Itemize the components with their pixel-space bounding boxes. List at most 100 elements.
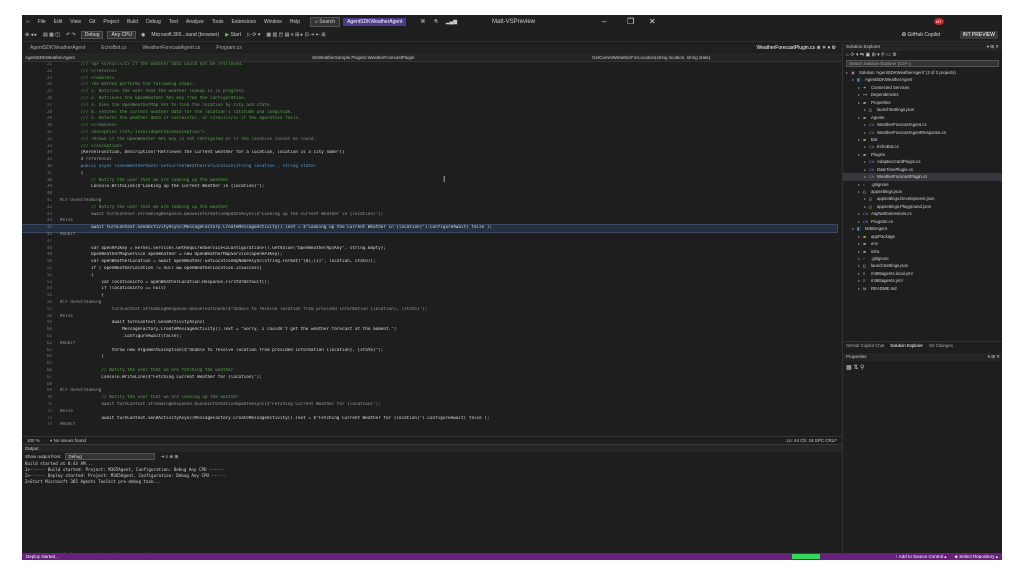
solution-name-badge[interactable]: AgentSDKWeatherAgent xyxy=(343,18,407,26)
code-line[interactable]: 61 .ConfigureAwait(false); xyxy=(22,334,837,341)
code-line[interactable]: 32 /// Thrown if the OpenWeather API key… xyxy=(22,137,837,144)
method-dropdown[interactable]: GetCurrentWeatherForLocation(string loca… xyxy=(552,55,832,60)
tree-item[interactable]: ▸ ▰ Properties xyxy=(843,99,1002,106)
configuration-dropdown[interactable]: Debug xyxy=(80,31,104,39)
code-line[interactable]: 51 if ( openWeatherLocation != null && o… xyxy=(22,266,837,273)
output-tools-icons[interactable]: ⇥ ≡ ⊗ ⊞ xyxy=(161,454,179,460)
doc-tab-weatherforecastagent[interactable]: WeatherForecastAgent.cs xyxy=(135,45,209,51)
tree-item[interactable]: ▸{} launchSettings.json xyxy=(843,106,1002,113)
tree-item[interactable]: ▸ ▰ Agents xyxy=(843,114,1002,121)
code-line[interactable]: 67 Console.WriteLine($"Fetching Current … xyxy=(22,375,837,382)
code-line[interactable]: 39 Console.WriteLine($"Looking up the Cu… xyxy=(22,184,837,191)
code-line[interactable]: 73 await turnContext.SendActivityAsync(M… xyxy=(22,416,837,423)
code-line[interactable]: 49 OpenWeatherMapService openWeather = n… xyxy=(22,252,837,259)
start-without-debugging-icon[interactable]: ▷ ⟳ ▾ xyxy=(247,32,260,38)
tab-copilot-chat[interactable]: GitHub Copilot Chat xyxy=(846,343,884,348)
code-editor[interactable]: 21 /// <p> <c>null</c> if the weather da… xyxy=(22,62,842,436)
tree-item[interactable]: ▸{} appsettings.Playground.json xyxy=(843,203,1002,210)
close-button[interactable]: ✕ xyxy=(649,17,656,26)
code-line[interactable]: 35 0 references xyxy=(22,157,837,164)
app-logo-icon[interactable]: ∞ xyxy=(26,19,30,25)
tree-item[interactable]: ▸ ▰ Bot xyxy=(843,136,1002,143)
signal-icon[interactable]: ▂▄▆ xyxy=(446,19,457,25)
code-line[interactable]: 70 // Notify the user that we are lookin… xyxy=(22,395,837,402)
select-repository-button[interactable]: ◈ Select Repository ▴ xyxy=(954,554,998,560)
code-line[interactable]: 54 if (locationInfo == null) xyxy=(22,286,837,293)
menu-help[interactable]: Help xyxy=(290,19,300,25)
code-line[interactable]: 53 var locationInfo = openWeatherLocatio… xyxy=(22,280,837,287)
menu-tools[interactable]: Tools xyxy=(212,19,224,25)
tree-item[interactable]: ▸ C# DateTimePlugin.cs xyxy=(843,166,1002,173)
menu-debug[interactable]: Debug xyxy=(146,19,161,25)
properties-pin-icon[interactable]: ▾ ⊞ ✕ xyxy=(988,353,1002,361)
code-line[interactable]: 42 // Notify the user that we are lookin… xyxy=(22,205,837,212)
tree-item[interactable]: ▸ ≡ m365agents.local.yml xyxy=(843,270,1002,277)
code-line[interactable]: 58 #else xyxy=(22,314,837,321)
code-line[interactable]: 33 /// </exception> xyxy=(22,144,837,151)
project-dropdown[interactable]: AgentSDKWeatherAgent xyxy=(22,55,272,60)
code-line[interactable]: 30 /// </remarks> xyxy=(22,123,837,130)
tree-item[interactable]: ▸{} launchSettings.json xyxy=(843,262,1002,269)
properties-toolbar-icons[interactable]: ▦ ⇅ ⚲ xyxy=(846,364,864,371)
output-source-dropdown[interactable]: Debug xyxy=(64,453,155,460)
tree-item[interactable]: ▸ C# EchoBot.cs xyxy=(843,143,1002,150)
new-file-icon[interactable]: ▤ ▦ ◫ xyxy=(43,32,60,38)
tree-item[interactable]: ▸ ⚭ Connected Services xyxy=(843,84,1002,91)
code-line[interactable]: 55 { xyxy=(22,293,837,300)
toolbar-icons-group[interactable]: ▦ ▥ ◰ ▤ ≡ ⊞ ▸ ⊡ ⇥ ⇤ ⊞ xyxy=(266,32,325,38)
code-line[interactable]: 57 turnContext.StreamingResponse.QueueTe… xyxy=(22,307,837,314)
panel-pin-icon[interactable]: ▾ ⊞ ✕ xyxy=(987,43,1002,51)
menu-view[interactable]: View xyxy=(70,19,81,25)
code-line[interactable]: 23 /// <remarks> xyxy=(22,76,837,83)
issues-indicator[interactable]: ● No issues found xyxy=(50,438,86,443)
code-line[interactable]: 69 #if UseStreaming xyxy=(22,388,837,395)
doc-tab-project[interactable]: AgentSDKWeatherAgent xyxy=(22,45,93,51)
tree-item[interactable]: ▸ ▰ Plugins xyxy=(843,151,1002,158)
maximize-button[interactable]: ❐ xyxy=(627,17,634,26)
doc-tab-echobot[interactable]: EchoBot.cs xyxy=(93,45,134,51)
code-line[interactable]: 28 /// 4. Fetches the current weather da… xyxy=(22,110,837,117)
tab-overflow-icon[interactable]: ▾ ⚙ xyxy=(828,45,836,51)
tree-item[interactable]: ▸ M README.md xyxy=(843,285,1002,292)
tree-item[interactable]: ▸ ▣ Solution 'AgentSDKWeatherAgent' (2 of … xyxy=(843,69,1002,76)
menu-project[interactable]: Project xyxy=(103,19,119,25)
tree-item[interactable]: ▸ ▰ appPackage xyxy=(843,233,1002,240)
code-line[interactable]: 24 /// The method performs the following… xyxy=(22,82,837,89)
code-line[interactable]: 26 /// 2. Retrieves the OpenWeather API … xyxy=(22,96,837,103)
code-line[interactable]: 48 var openAPIKey = kernel.Services.GetR… xyxy=(22,246,837,253)
code-line[interactable]: 47 xyxy=(22,239,837,246)
tree-item[interactable]: ▸{} appsettings.json xyxy=(843,188,1002,195)
code-line[interactable]: 36 public async Task<WeatherRoot> GetCur… xyxy=(22,164,837,171)
code-line[interactable]: 72 #else xyxy=(22,409,837,416)
tree-item[interactable]: ▸ ▰ env xyxy=(843,240,1002,247)
solution-search-input[interactable]: Search Solution Explorer (Ctrl+;) xyxy=(846,60,999,67)
tab-close-icon[interactable]: ⊗ ✕ xyxy=(816,45,826,51)
menu-test[interactable]: Test xyxy=(169,19,178,25)
code-line[interactable]: 50 var openWeatherLocation = await openW… xyxy=(22,259,837,266)
code-line[interactable]: 44 #else xyxy=(22,218,837,225)
member-dropdown[interactable]: SKWeatherSample.Plugins.WeatherForecastP… xyxy=(272,55,552,60)
tree-item[interactable]: ▸ C# WeatherForecastAgent.cs xyxy=(843,121,1002,128)
menu-window[interactable]: Window xyxy=(264,19,282,25)
menu-build[interactable]: Build xyxy=(127,19,138,25)
code-line[interactable]: 40 xyxy=(22,191,837,198)
tree-item[interactable]: ▸ ◧ AgentSDKWeatherAgent xyxy=(843,76,1002,83)
tree-item[interactable]: ▸ ▫ .gitignore xyxy=(843,255,1002,262)
tree-item[interactable]: ▸ C# AdaptiveCardPlugin.cs xyxy=(843,158,1002,165)
code-line[interactable]: 63 throw new ArgumentException($"Unable … xyxy=(22,348,837,355)
code-line[interactable]: 52 { xyxy=(22,273,837,280)
tree-item[interactable]: ▸ C# WeatherForecastPlugin.cs xyxy=(843,173,1002,181)
doc-tab-weatherforecastplugin[interactable]: WeatherForecastPlugin.cs ⊗ ✕ ▾ ⚙ xyxy=(757,43,837,53)
code-line[interactable]: 37 { xyxy=(22,171,837,178)
tab-solution-explorer[interactable]: Solution Explorer xyxy=(890,343,923,348)
output-text[interactable]: Build started at 8:43 AM... 1>------ Bui… xyxy=(22,461,842,485)
solution-explorer-toolbar[interactable]: ⌂ ⟳ ▾ ⇆ ▣ ⊞ ▾ ⚲ ▭ ⚙ xyxy=(843,51,1002,60)
menu-git[interactable]: Git xyxy=(89,19,95,25)
code-line[interactable]: 34 [KernelFunction, Description("Retriev… xyxy=(22,150,837,157)
tree-item[interactable]: ▸ ≡ m365agents.yml xyxy=(843,277,1002,284)
tab-git-changes[interactable]: Git Changes xyxy=(929,343,953,348)
tree-item[interactable]: ▸ C# WeatherForecastAgentResponse.cs xyxy=(843,129,1002,136)
code-line[interactable]: 45 await turnContext.SendActivityAsync(M… xyxy=(22,224,838,233)
add-to-source-control-button[interactable]: ↑ Add to Source Control ▴ xyxy=(895,554,946,560)
code-line[interactable]: 74 #endif xyxy=(22,422,837,429)
